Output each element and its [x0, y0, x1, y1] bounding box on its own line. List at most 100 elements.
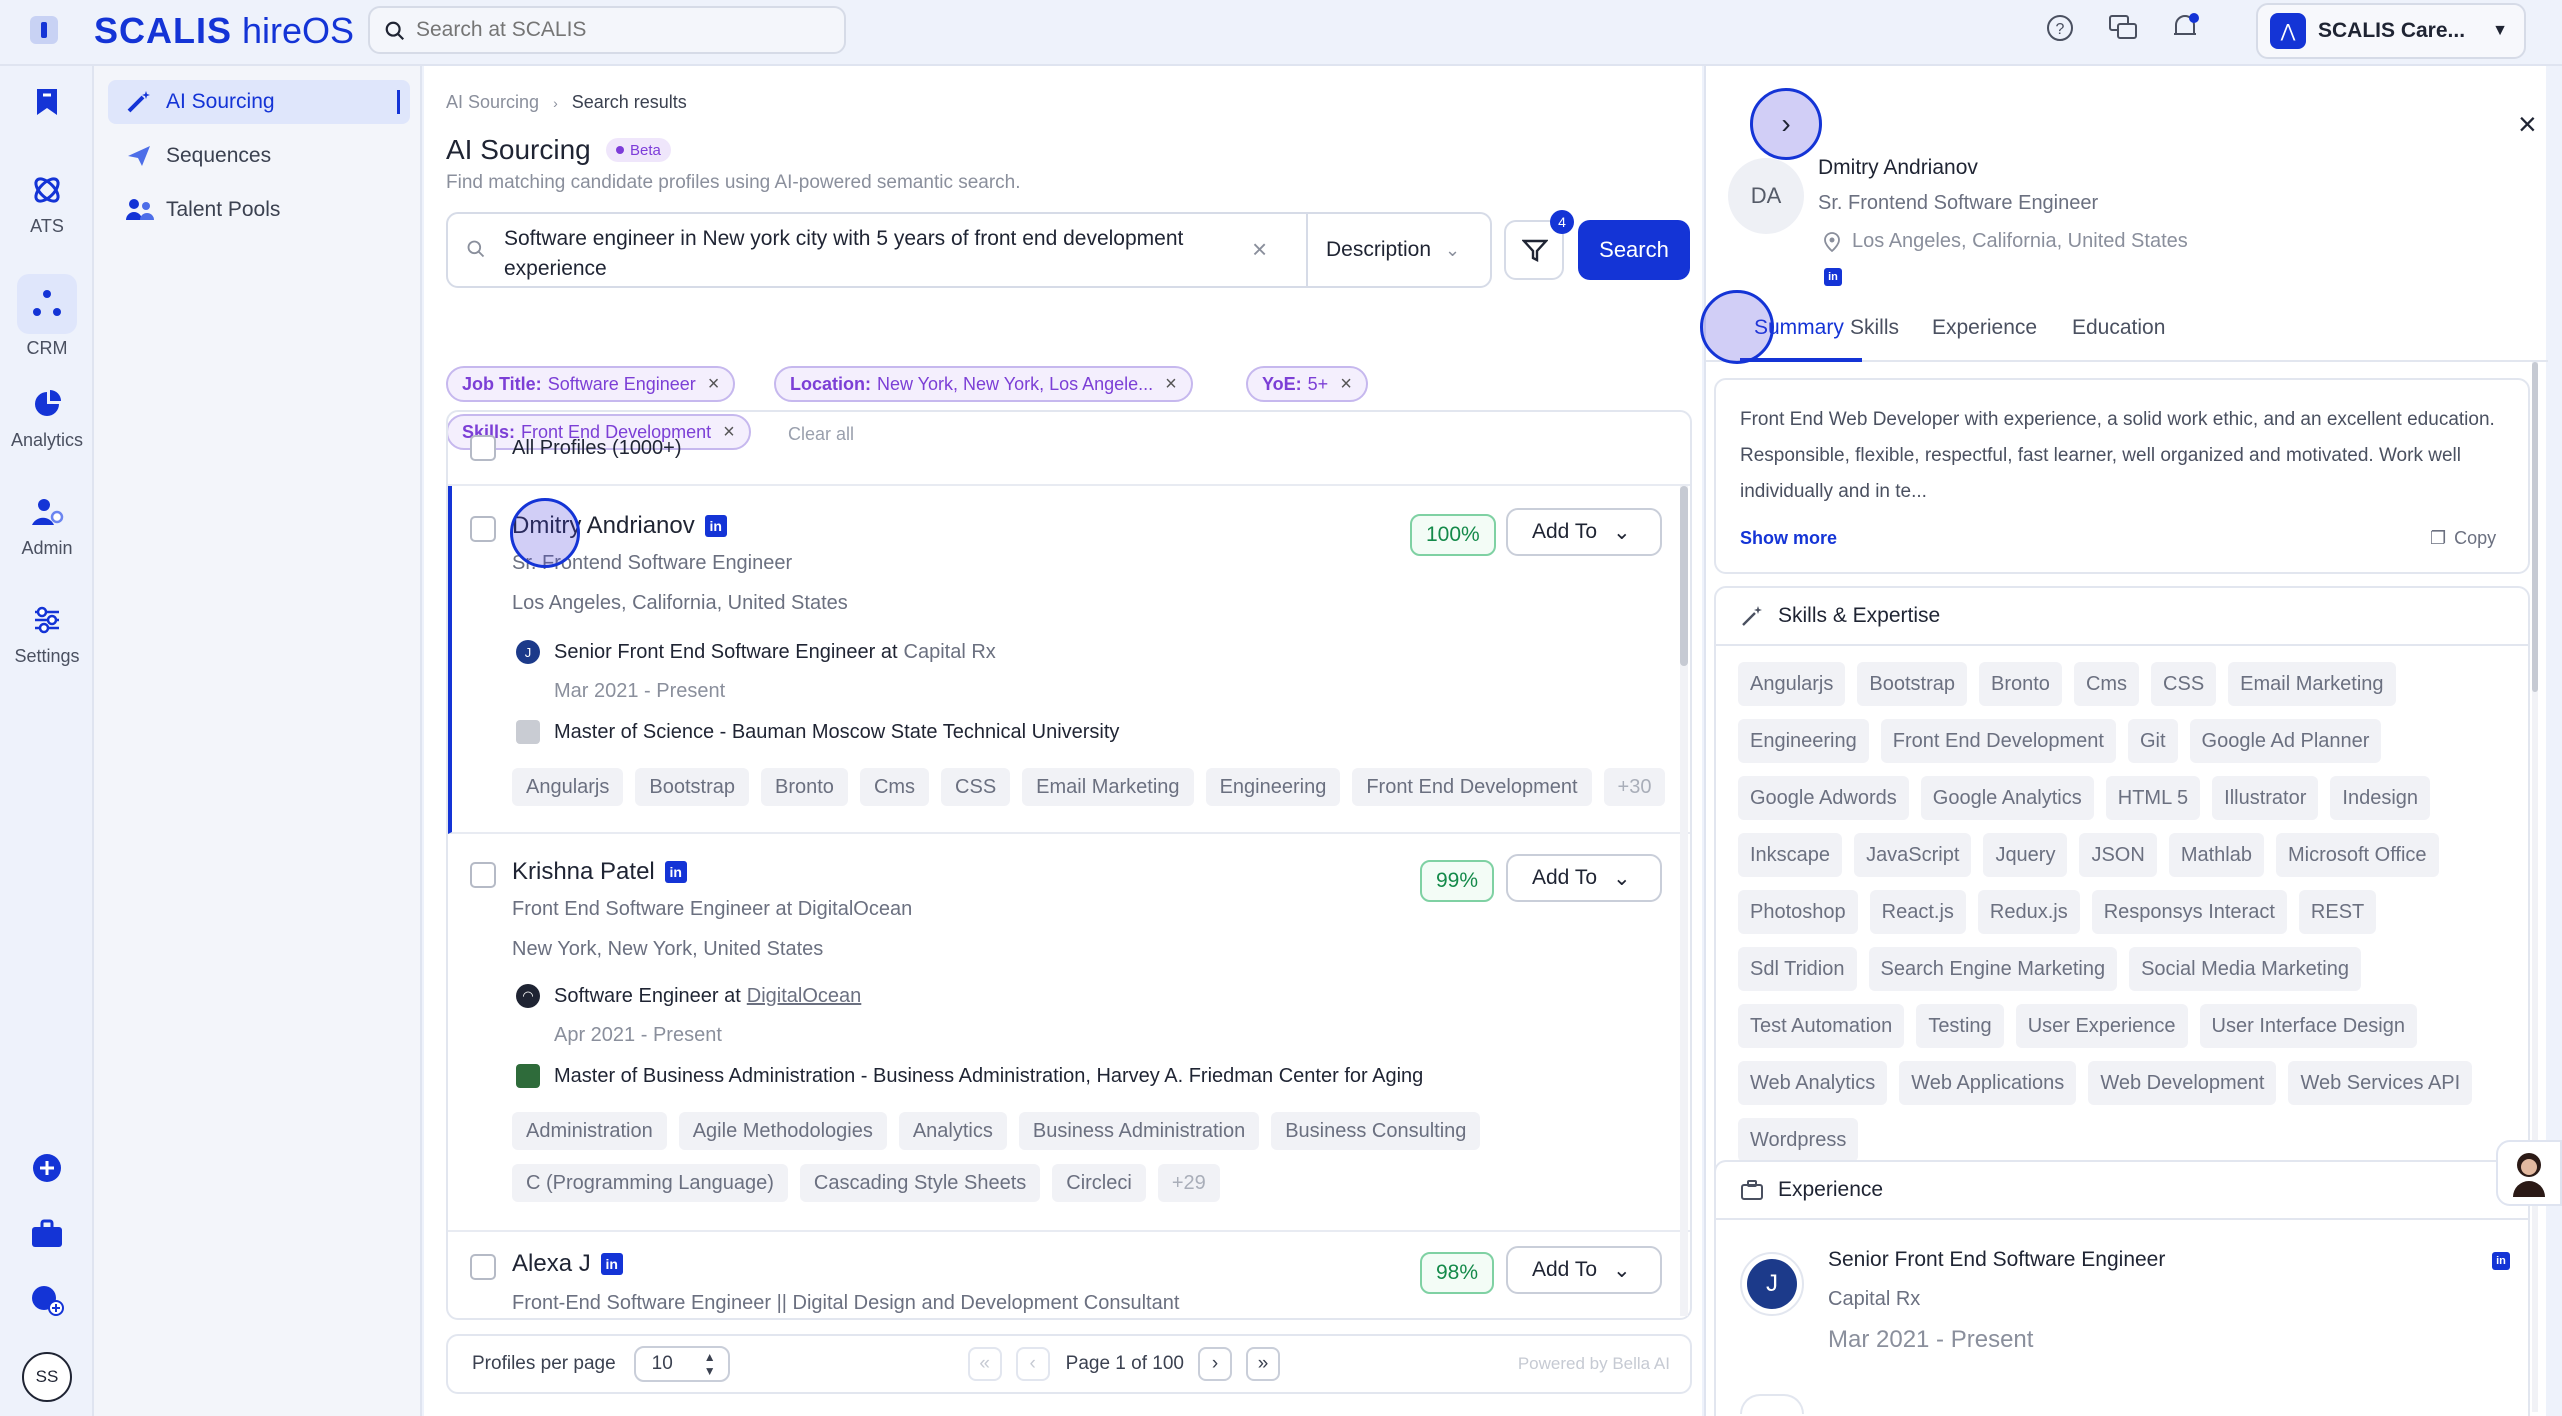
rail-jobs[interactable] [0, 1212, 94, 1260]
query-box[interactable]: Software engineer in New york city with … [446, 212, 1492, 288]
close-icon[interactable]: × [708, 373, 720, 396]
collapse-panel-button[interactable]: › [1750, 88, 1822, 160]
linkedin-icon[interactable]: in [1824, 268, 1842, 286]
sidebar-toggle-icon[interactable] [30, 16, 58, 44]
linkedin-icon[interactable]: in [600, 1253, 623, 1275]
candidate-name[interactable]: Krishna Patel [512, 858, 655, 886]
rail-analytics[interactable]: Analytics [0, 382, 94, 451]
nav-label: Sequences [166, 144, 272, 167]
close-icon[interactable]: × [1340, 373, 1352, 396]
skill-tag: Cascading Style Sheets [799, 1164, 1041, 1202]
profile-location: Los Angeles, California, United States [1852, 230, 2188, 252]
candidate-title: Front End Software Engineer at DigitalOc… [512, 898, 913, 920]
rail-bookmarks[interactable] [0, 80, 94, 128]
filter-chip-job-title[interactable]: Job Title: Software Engineer × [446, 366, 736, 402]
company-link[interactable]: Capital Rx [904, 641, 996, 664]
linkedin-icon[interactable]: in [704, 515, 727, 537]
skill-tag: Administration [512, 1112, 667, 1150]
skill-tag: JavaScript [1854, 833, 1972, 877]
candidate-checkbox[interactable] [470, 862, 496, 888]
candidate-name[interactable]: Alexa J [512, 1250, 591, 1278]
close-icon[interactable]: × [2518, 106, 2537, 143]
add-to-button[interactable]: Add To ⌄ [1506, 508, 1662, 556]
app-logo[interactable]: SCALIS hireOS [94, 10, 354, 52]
more-skills-tag[interactable]: +30 [1603, 768, 1666, 806]
results-scrollbar[interactable] [1680, 486, 1688, 1316]
rail-add[interactable] [0, 1146, 94, 1194]
company-name: SCALIS Care... [2318, 19, 2466, 42]
candidate-checkbox[interactable] [470, 516, 496, 542]
global-search[interactable] [368, 6, 846, 54]
company-link[interactable]: DigitalOcean [747, 985, 862, 1008]
ats-icon [25, 168, 69, 212]
prev-page-button[interactable]: ‹ [1015, 1347, 1050, 1381]
select-all-checkbox[interactable] [470, 435, 496, 461]
first-page-button[interactable]: « [967, 1347, 1002, 1381]
add-to-button[interactable]: Add To ⌄ [1506, 1246, 1662, 1294]
panel-scrollbar[interactable] [2532, 362, 2538, 1412]
nav-ai-sourcing[interactable]: AI Sourcing [108, 80, 410, 124]
skill-tag: Cms [859, 768, 930, 806]
tab-skills[interactable]: Skills [1850, 316, 1899, 340]
per-page-stepper[interactable]: 10 ▲ ▼ [633, 1346, 730, 1382]
rail-crm[interactable]: CRM [0, 274, 94, 359]
job-line: Software Engineer at [554, 984, 741, 1007]
top-bar: SCALIShireOS ? ⋀ SCALIS Care... ▼ [0, 0, 2562, 66]
add-to-button[interactable]: Add To ⌄ [1506, 854, 1662, 902]
skill-tag: Cms [2073, 662, 2140, 706]
global-search-input[interactable] [416, 18, 816, 42]
profile-title: Sr. Frontend Software Engineer [1818, 192, 2099, 214]
per-page-label: Profiles per page [472, 1353, 616, 1374]
copy-button[interactable]: ❐ Copy [2430, 528, 2496, 549]
skill-tag: Jquery [1983, 833, 2068, 877]
candidate-card[interactable]: Krishna Patel in Front End Software Engin… [448, 834, 1690, 1232]
linkedin-icon[interactable]: in [2492, 1252, 2510, 1270]
summary-card: Front End Web Developer with experience,… [1714, 378, 2530, 574]
query-text[interactable]: Software engineer in New york city with … [504, 224, 1254, 284]
rail-admin[interactable]: Admin [0, 490, 94, 559]
last-page-button[interactable]: » [1245, 1347, 1280, 1381]
more-skills-tag[interactable]: +29 [1157, 1164, 1220, 1202]
skill-tag: REST [2298, 890, 2377, 934]
help-icon[interactable]: ? [2046, 14, 2074, 42]
next-page-button[interactable]: › [1197, 1347, 1232, 1381]
rail-add-user[interactable] [0, 1278, 94, 1326]
filter-count-badge: 4 [1550, 210, 1574, 234]
scrollbar-thumb[interactable] [1680, 486, 1688, 666]
skills-heading: Skills & Expertise [1778, 604, 1941, 627]
scrollbar-thumb[interactable] [2532, 362, 2538, 692]
candidate-card[interactable]: Alexa J in Front-End Software Engineer ||… [448, 1232, 1690, 1318]
candidate-card[interactable]: Dmitry Andrianov in Sr. Frontend Software… [448, 486, 1690, 834]
nav-sequences[interactable]: Sequences [108, 134, 410, 178]
breadcrumb: AI Sourcing › Search results [446, 92, 687, 113]
rail-ats[interactable]: ATS [0, 168, 94, 237]
breadcrumb-link[interactable]: AI Sourcing [446, 92, 539, 113]
bell-icon[interactable] [2170, 12, 2200, 42]
show-more-link[interactable]: Show more [1740, 528, 1837, 549]
nav-talent-pools[interactable]: Talent Pools [108, 188, 410, 232]
skill-tag: Front End Development [1352, 768, 1592, 806]
profile-name: Dmitry Andrianov [1818, 156, 1978, 179]
skill-tag: Illustrator [2212, 776, 2319, 820]
chevron-down-icon: ▼ [2492, 22, 2508, 39]
candidate-checkbox[interactable] [470, 1254, 496, 1280]
close-icon[interactable]: × [1165, 373, 1177, 396]
active-tab-indicator [1740, 358, 1862, 362]
chat-icon[interactable] [2108, 14, 2138, 42]
linkedin-icon[interactable]: in [664, 861, 687, 883]
company-switcher[interactable]: ⋀ SCALIS Care... ▼ [2256, 3, 2526, 59]
school-crest-icon [516, 720, 540, 744]
search-button[interactable]: Search [1578, 220, 1690, 280]
wand-icon [127, 91, 150, 113]
tab-education[interactable]: Education [2072, 316, 2165, 340]
tab-experience[interactable]: Experience [1932, 316, 2037, 340]
filter-chip-yoe[interactable]: YoE: 5+ × [1246, 366, 1368, 402]
page-indicator: Page 1 of 100 [1065, 1353, 1184, 1374]
user-avatar[interactable]: SS [22, 1352, 72, 1402]
skill-tag: Web Applications [1899, 1061, 2077, 1105]
clear-query-icon[interactable]: × [1252, 234, 1267, 265]
rail-settings[interactable]: Settings [0, 598, 94, 667]
assistant-avatar[interactable] [2496, 1140, 2562, 1206]
search-type-select[interactable]: Description ⌄ [1306, 214, 1492, 286]
click-indicator [510, 498, 580, 568]
